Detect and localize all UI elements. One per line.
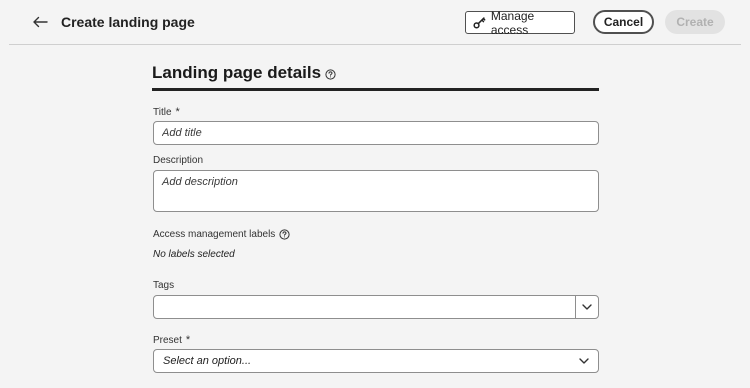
key-icon bbox=[473, 17, 486, 29]
preset-select[interactable]: Select an option... bbox=[153, 349, 599, 373]
arrow-left-icon bbox=[33, 16, 48, 28]
tags-combobox bbox=[153, 295, 599, 319]
tags-field-label: Tags bbox=[153, 280, 174, 291]
access-labels-value: No labels selected bbox=[153, 249, 235, 260]
description-field-label: Description bbox=[153, 155, 203, 166]
create-button[interactable]: Create bbox=[665, 10, 725, 34]
section-title: Landing page details bbox=[152, 63, 322, 82]
preset-field-label: Preset * bbox=[153, 334, 190, 346]
back-button[interactable] bbox=[29, 11, 51, 33]
preset-selected-value: Select an option... bbox=[163, 355, 252, 367]
access-labels-label: Access management labels bbox=[153, 229, 276, 240]
app-header: Create landing page Manage access Cancel… bbox=[0, 0, 750, 44]
cancel-button[interactable]: Cancel bbox=[593, 10, 654, 34]
manage-access-button[interactable]: Manage access bbox=[465, 8, 575, 37]
access-labels-field-label: Access management labels bbox=[153, 229, 290, 240]
title-field-label: Title * bbox=[153, 106, 180, 118]
section-divider bbox=[152, 88, 599, 91]
manage-access-label: Manage access bbox=[490, 8, 535, 37]
title-input[interactable] bbox=[153, 121, 599, 145]
help-icon[interactable] bbox=[279, 229, 290, 240]
header-divider bbox=[9, 44, 741, 45]
title-label: Title bbox=[153, 106, 172, 118]
required-marker: * bbox=[175, 106, 180, 118]
chevron-down-icon bbox=[582, 304, 592, 310]
tags-input[interactable] bbox=[154, 296, 576, 318]
tags-label: Tags bbox=[153, 280, 175, 291]
section-heading: Landing page details bbox=[152, 63, 336, 83]
description-label: Description bbox=[153, 155, 204, 166]
tags-dropdown-button[interactable] bbox=[575, 296, 598, 318]
required-marker: * bbox=[185, 334, 191, 346]
description-textarea[interactable] bbox=[153, 170, 599, 212]
page-title: Create landing page bbox=[61, 14, 195, 30]
help-icon[interactable] bbox=[325, 69, 336, 80]
preset-label: Preset bbox=[153, 334, 182, 346]
chevron-down-icon bbox=[579, 358, 589, 364]
